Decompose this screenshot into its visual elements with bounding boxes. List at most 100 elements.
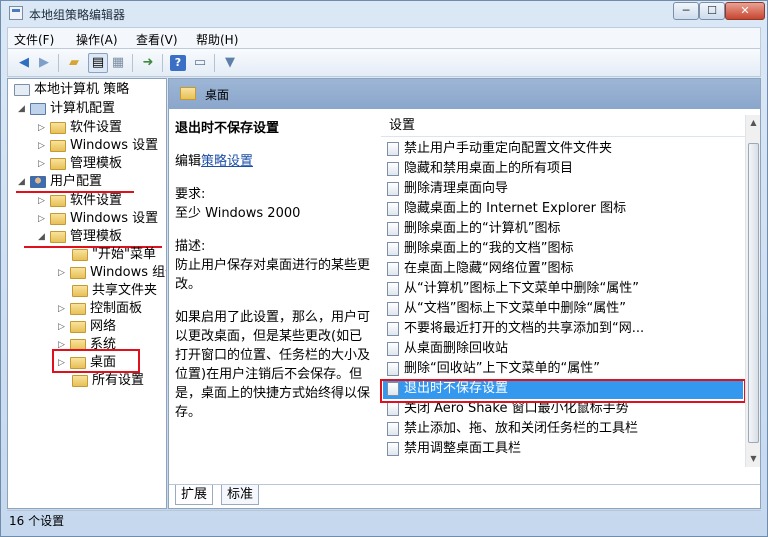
expand-icon[interactable]: ▷ xyxy=(38,137,48,155)
scroll-thumb[interactable] xyxy=(748,143,759,443)
policy-setting-icon xyxy=(387,222,399,236)
properties-icon[interactable]: ▭ xyxy=(190,53,210,73)
setting-row[interactable]: 删除清理桌面向导 xyxy=(383,179,743,199)
setting-label: 隐藏桌面上的 Internet Explorer 图标 xyxy=(404,201,627,216)
tree-node-uc-admin[interactable]: ◢ 管理模板 xyxy=(38,228,122,246)
menu-help[interactable]: 帮助(H) xyxy=(196,31,238,48)
setting-row[interactable]: 从“计算机”图标上下文菜单中删除“属性” xyxy=(383,279,743,299)
tree-node-windows-components[interactable]: ▷Windows 组件 xyxy=(58,264,166,282)
tree-node-uc-windows[interactable]: ▷ Windows 设置 xyxy=(38,210,158,228)
app-window: 本地组策略编辑器 ─ ☐ ✕ 文件(F) 操作(A) 查看(V) 帮助(H) ◀… xyxy=(0,0,768,537)
toolbar-separator xyxy=(214,54,215,72)
folder-icon xyxy=(72,249,88,261)
setting-row[interactable]: 禁止用户手动重定向配置文件文件夹 xyxy=(383,139,743,159)
tree-node-all-settings[interactable]: 所有设置 xyxy=(70,372,144,390)
expand-icon[interactable]: ▷ xyxy=(58,264,68,282)
expand-icon[interactable]: ▷ xyxy=(38,155,48,173)
folder-icon xyxy=(50,122,66,134)
edit-policy-link[interactable]: 策略设置 xyxy=(201,154,253,169)
tree-node-network[interactable]: ▷ 网络 xyxy=(58,318,116,336)
expand-icon[interactable]: ▷ xyxy=(38,210,48,228)
back-icon[interactable]: ◀ xyxy=(14,53,34,73)
help-icon[interactable]: ? xyxy=(168,53,188,73)
scroll-up-icon[interactable]: ▲ xyxy=(747,116,760,130)
title-bar: 本地组策略编辑器 ─ ☐ ✕ xyxy=(1,1,767,27)
tab-standard[interactable]: 标准 xyxy=(221,485,260,505)
tree-node-cc-admin[interactable]: ▷ 管理模板 xyxy=(38,155,122,173)
setting-row[interactable]: 不要将最近打开的文档的共享添加到“网... xyxy=(383,319,743,339)
tree-node-start-menu[interactable]: "开始"菜单 xyxy=(70,246,156,264)
setting-row[interactable]: 删除桌面上的“我的文档”图标 xyxy=(383,239,743,259)
setting-label: 禁用调整桌面工具栏 xyxy=(404,441,522,456)
folder-icon xyxy=(50,231,66,243)
setting-label: 隐藏和禁用桌面上的所有项目 xyxy=(404,161,574,176)
scroll-down-icon[interactable]: ▼ xyxy=(747,452,760,466)
menu-view[interactable]: 查看(V) xyxy=(136,31,178,48)
view-tabs: 扩展 标准 xyxy=(169,484,760,508)
expand-icon[interactable]: ▷ xyxy=(58,318,68,336)
toolbar-separator xyxy=(132,54,133,72)
setting-label: 禁止用户手动重定向配置文件文件夹 xyxy=(404,141,613,156)
policy-setting-icon xyxy=(387,322,399,336)
expand-icon[interactable]: ▷ xyxy=(38,119,48,137)
setting-row[interactable]: 删除桌面上的“计算机”图标 xyxy=(383,219,743,239)
status-text: 16 个设置 xyxy=(9,514,65,528)
folder-icon xyxy=(50,140,66,152)
expand-icon[interactable]: ▷ xyxy=(38,192,48,210)
collapse-icon[interactable]: ◢ xyxy=(18,173,28,191)
setting-row[interactable]: 隐藏桌面上的 Internet Explorer 图标 xyxy=(383,199,743,219)
maximize-button[interactable]: ☐ xyxy=(699,2,725,20)
setting-row[interactable]: 禁用调整桌面工具栏 xyxy=(383,439,743,459)
red-highlight-desktop xyxy=(52,349,140,373)
pane-header: 桌面 xyxy=(169,79,760,109)
description-label: 描述: xyxy=(175,239,206,254)
tree-node-shared-folders[interactable]: 共享文件夹 xyxy=(70,282,157,300)
setting-row[interactable]: 从“文档”图标上下文菜单中删除“属性” xyxy=(383,299,743,319)
up-folder-icon[interactable]: ▰ xyxy=(64,53,84,73)
expand-icon[interactable]: ▷ xyxy=(58,300,68,318)
minimize-button[interactable]: ─ xyxy=(673,2,699,20)
setting-row[interactable]: 删除“回收站”上下文菜单的“属性” xyxy=(383,359,743,379)
menu-action[interactable]: 操作(A) xyxy=(76,31,118,48)
toolbar-separator xyxy=(162,54,163,72)
setting-label: 不要将最近打开的文档的共享添加到“网... xyxy=(404,321,645,336)
setting-label: 删除桌面上的“我的文档”图标 xyxy=(404,241,574,256)
setting-row[interactable]: 在桌面上隐藏“网络位置”图标 xyxy=(383,259,743,279)
policy-setting-icon xyxy=(387,202,399,216)
settings-list: 设置 禁止用户手动重定向配置文件文件夹 隐藏和禁用桌面上的所有项目删除清理桌面向导… xyxy=(381,115,745,467)
folder-icon xyxy=(50,158,66,170)
setting-row[interactable]: 禁止添加、拖、放和关闭任务栏的工具栏 xyxy=(383,419,743,439)
navigation-tree: 本地计算机 策略 ◢ 计算机配置 ▷ 软件设置 ▷ Windows 设置 ▷ 管理模板 … xyxy=(7,78,167,509)
pane-header-title: 桌面 xyxy=(205,88,230,102)
vertical-scrollbar[interactable]: ▲ ▼ xyxy=(745,115,760,467)
column-header-settings[interactable]: 设置 xyxy=(381,115,745,137)
tree-node-control-panel[interactable]: ▷ 控制面板 xyxy=(58,300,142,318)
folder-icon xyxy=(70,267,86,279)
tree-node-user-config[interactable]: ◢ 用户配置 xyxy=(18,173,102,191)
policy-setting-icon xyxy=(387,442,399,456)
collapse-icon[interactable]: ◢ xyxy=(18,100,28,118)
requirements-label: 要求: xyxy=(175,187,206,202)
tab-extended[interactable]: 扩展 xyxy=(175,485,214,505)
setting-label: 在桌面上隐藏“网络位置”图标 xyxy=(404,261,574,276)
red-highlight-selected-setting xyxy=(380,379,746,403)
forward-icon[interactable]: ▶ xyxy=(34,53,54,73)
show-hide-list-icon[interactable]: ▦ xyxy=(108,53,128,73)
setting-row[interactable]: 隐藏和禁用桌面上的所有项目 xyxy=(383,159,743,179)
tree-node-cc-windows[interactable]: ▷ Windows 设置 xyxy=(38,137,158,155)
collapse-icon[interactable]: ◢ xyxy=(38,228,48,246)
tree-node-computer-config[interactable]: ◢ 计算机配置 xyxy=(18,100,115,118)
filter-icon[interactable]: ▼ xyxy=(220,53,240,73)
menu-file[interactable]: 文件(F) xyxy=(14,31,54,48)
policy-setting-icon xyxy=(387,162,399,176)
close-button[interactable]: ✕ xyxy=(725,2,765,20)
export-list-icon[interactable]: ➜ xyxy=(138,53,158,73)
tree-node-root[interactable]: 本地计算机 策略 xyxy=(12,81,129,99)
show-hide-tree-icon[interactable]: ▤ xyxy=(88,53,108,73)
tree-node-cc-software[interactable]: ▷ 软件设置 xyxy=(38,119,122,137)
tree-node-uc-software[interactable]: ▷ 软件设置 xyxy=(38,192,122,210)
user-icon xyxy=(30,176,46,188)
policy-setting-icon xyxy=(387,362,399,376)
app-icon xyxy=(9,6,23,20)
setting-row[interactable]: 从桌面删除回收站 xyxy=(383,339,743,359)
